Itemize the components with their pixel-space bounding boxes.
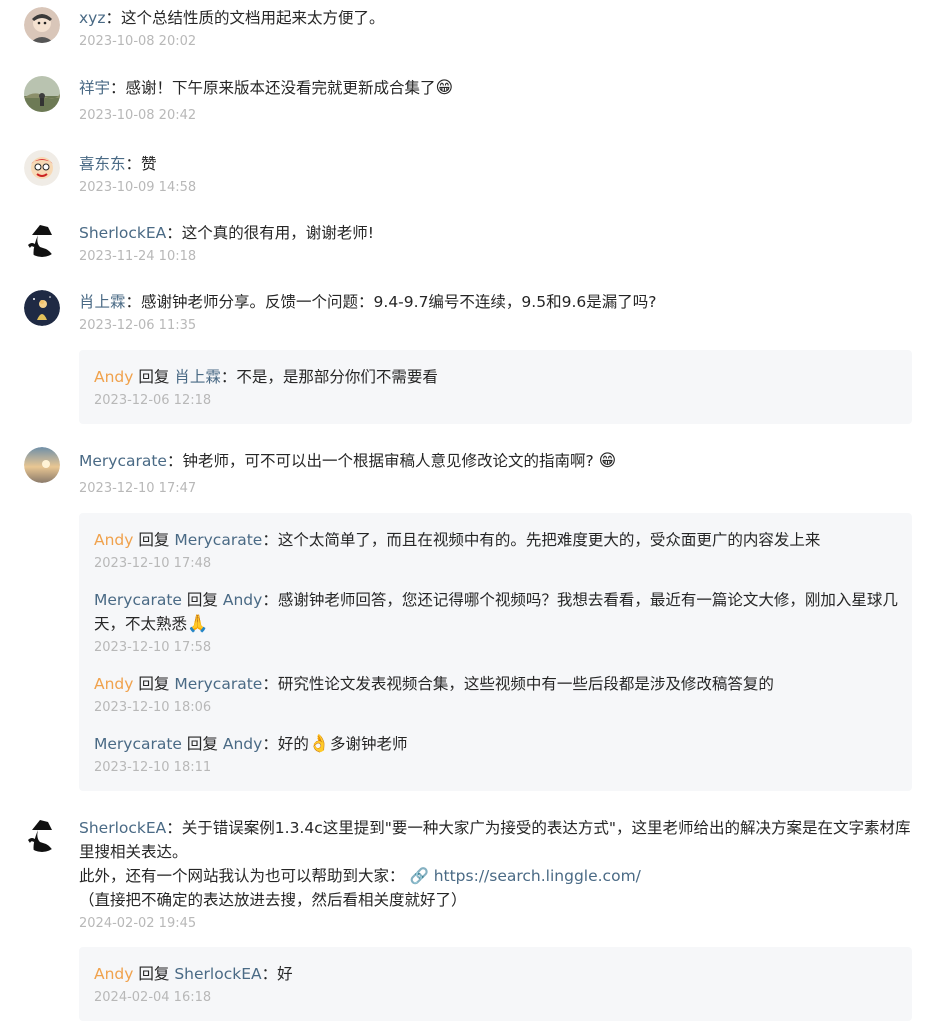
ok-hand-emoji-icon: 👌 <box>308 734 331 754</box>
grin-emoji-icon: 😁 <box>435 78 454 98</box>
comment-author[interactable]: SherlockEA <box>79 819 166 837</box>
reply: Andy 回复 Merycarate：这个太简单了，而且在视频中有的。先把难度更… <box>94 528 899 574</box>
reply-text: 好的 <box>277 735 309 753</box>
reply-time: 2023-12-10 18:11 <box>94 760 212 775</box>
comment-text: 这个真的很有用，谢谢老师! <box>181 224 374 242</box>
reply-text: 好 <box>277 965 293 983</box>
reply-label: 回复 <box>186 591 218 609</box>
comment-text: 赞 <box>141 155 157 173</box>
reply-time: 2023-12-10 17:48 <box>94 556 212 571</box>
separator: ： <box>125 155 142 173</box>
reply-text: 不是，是那部分你们不需要看 <box>236 368 438 386</box>
reply-time: 2024-02-04 16:18 <box>94 990 212 1005</box>
separator: ： <box>166 819 182 837</box>
separator: ： <box>220 368 237 386</box>
comment-text-line3: （直接把不确定的表达放进去搜，然后看相关度就好了） <box>79 891 467 909</box>
reply-label: 回复 <box>138 675 170 693</box>
comment-author[interactable]: 祥宇 <box>79 79 110 97</box>
reply-target[interactable]: Andy <box>223 735 262 753</box>
reply-author[interactable]: Andy <box>94 965 133 983</box>
avatar[interactable] <box>24 221 60 257</box>
separator: ： <box>166 452 183 470</box>
avatar[interactable] <box>24 816 60 852</box>
separator: ： <box>166 224 182 242</box>
reply-author[interactable]: Merycarate <box>94 591 182 609</box>
reply: Merycarate 回复 Andy：感谢钟老师回答，您还记得哪个视频吗？我想去… <box>94 588 899 658</box>
comment-text: 钟老师，可不可以出一个根据审稿人意见修改论文的指南啊? <box>182 452 594 470</box>
external-link[interactable]: https://search.linggle.com/ <box>434 867 641 885</box>
avatar[interactable] <box>24 447 60 483</box>
comment-author[interactable]: 喜东东 <box>79 155 126 173</box>
avatar[interactable] <box>24 7 60 43</box>
reply-box: Andy 回复 Merycarate：这个太简单了，而且在视频中有的。先把难度更… <box>79 513 912 791</box>
reply-time: 2023-12-06 12:18 <box>94 393 212 408</box>
comment-text: 关于错误案例1.3.4c这里提到"要一种大家广为接受的表达方式"，这里老师给出的… <box>79 819 911 861</box>
comment-time: 2023-12-10 17:47 <box>79 481 197 496</box>
comment-time: 2023-12-06 11:35 <box>79 318 197 333</box>
separator: ： <box>105 9 121 27</box>
comment-author[interactable]: Merycarate <box>79 452 167 470</box>
reply-author[interactable]: Andy <box>94 368 133 386</box>
comment-text-line2: 此外，还有一个网站我认为也可以帮助到大家： <box>79 867 405 885</box>
separator: ： <box>261 965 278 983</box>
reply-target[interactable]: SherlockEA <box>174 965 261 983</box>
avatar[interactable] <box>24 290 60 326</box>
grin-emoji-icon: 😁 <box>598 451 617 471</box>
reply-time: 2023-12-10 17:58 <box>94 640 212 655</box>
avatar[interactable] <box>24 150 60 186</box>
link-icon: 🔗 <box>409 867 429 885</box>
reply-text: 研究性论文发表视频合集，这些视频中有一些后段都是涉及修改稿答复的 <box>277 675 774 693</box>
comment-author[interactable]: xyz <box>79 9 105 27</box>
comment-time: 2023-10-09 14:58 <box>79 180 197 195</box>
reply-target[interactable]: Merycarate <box>174 675 262 693</box>
reply-target[interactable]: 肖上霖 <box>174 368 221 386</box>
comment-text: 这个总结性质的文档用起来太方便了。 <box>121 9 385 27</box>
reply-label: 回复 <box>138 531 170 549</box>
reply-author[interactable]: Andy <box>94 531 133 549</box>
reply-text-suffix: 多谢钟老师 <box>330 735 408 753</box>
comment-time: 2023-11-24 10:18 <box>79 249 197 264</box>
separator: ： <box>262 675 278 693</box>
reply: Andy 回复 肖上霖：不是，是那部分你们不需要看 2023-12-06 12:… <box>94 365 899 411</box>
reply-label: 回复 <box>138 368 170 386</box>
comment-time: 2023-10-08 20:42 <box>79 108 197 123</box>
comment-author[interactable]: 肖上霖 <box>79 293 126 311</box>
separator: ： <box>262 735 278 753</box>
reply-target[interactable]: Andy <box>223 591 262 609</box>
comment-text: 感谢钟老师分享。反馈一个问题：9.4-9.7编号不连续，9.5和9.6是漏了吗? <box>141 293 657 311</box>
comment-text: 感谢！下午原来版本还没看完就更新成合集了 <box>125 79 436 97</box>
reply-label: 回复 <box>186 735 218 753</box>
reply-author[interactable]: Andy <box>94 675 133 693</box>
reply: Andy 回复 SherlockEA：好 2024-02-04 16:18 <box>94 962 899 1008</box>
comment-time: 2023-10-08 20:02 <box>79 34 197 49</box>
separator: ： <box>125 293 142 311</box>
separator: ： <box>110 79 126 97</box>
reply-text: 这个太简单了，而且在视频中有的。先把难度更大的，受众面更广的内容发上来 <box>277 531 821 549</box>
reply-box: Andy 回复 肖上霖：不是，是那部分你们不需要看 2023-12-06 12:… <box>79 350 912 424</box>
pray-emoji-icon: 🙏 <box>187 614 209 634</box>
reply-box: Andy 回复 SherlockEA：好 2024-02-04 16:18 <box>79 947 912 1021</box>
reply: Merycarate 回复 Andy：好的👌多谢钟老师 2023-12-10 1… <box>94 732 899 778</box>
separator: ： <box>262 531 278 549</box>
reply-label: 回复 <box>138 965 170 983</box>
avatar[interactable] <box>24 76 60 112</box>
reply-time: 2023-12-10 18:06 <box>94 700 212 715</box>
separator: ： <box>262 591 278 609</box>
comment-author[interactable]: SherlockEA <box>79 224 166 242</box>
reply: Andy 回复 Merycarate：研究性论文发表视频合集，这些视频中有一些后… <box>94 672 899 718</box>
reply-author[interactable]: Merycarate <box>94 735 182 753</box>
reply-target[interactable]: Merycarate <box>174 531 262 549</box>
comment-time: 2024-02-02 19:45 <box>79 916 197 931</box>
